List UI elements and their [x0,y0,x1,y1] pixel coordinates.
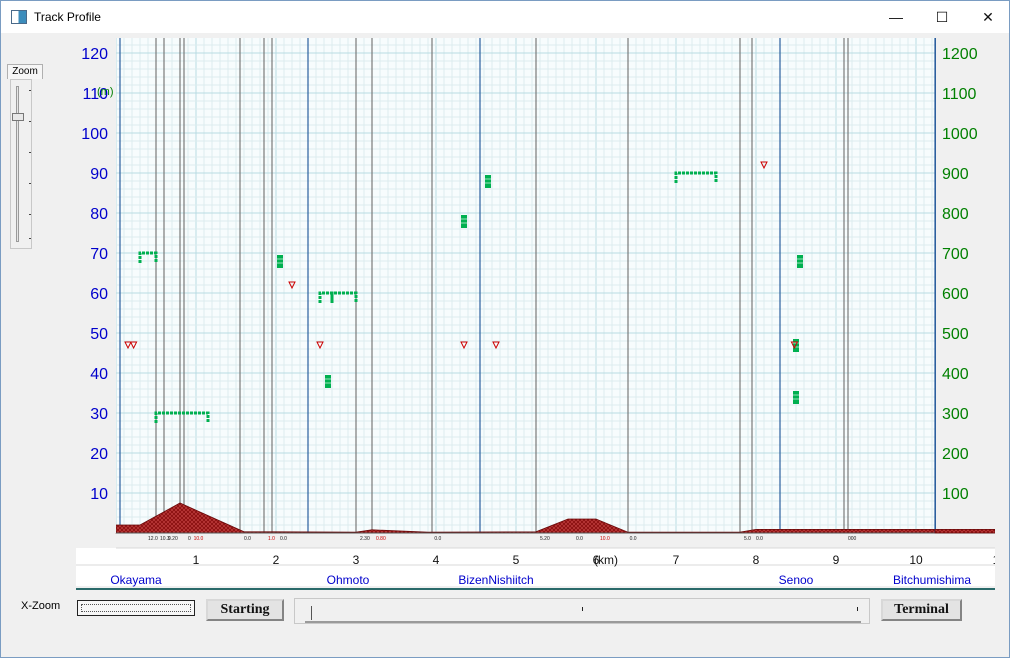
zoom-tick [29,238,31,239]
right-axis-tick-label: 1000 [942,126,978,143]
window-title: Track Profile [34,10,101,24]
starting-button[interactable]: Starting [206,599,284,621]
grade-label: 10.0 [600,536,610,542]
position-slider[interactable] [294,598,870,624]
zoom-tick [29,121,31,122]
grade-label: 5.0 [744,536,751,542]
left-axis-tick-label: 60 [90,286,108,303]
grade-label: 2.30 [360,536,370,542]
terminal-button[interactable]: Terminal [881,599,962,621]
maximize-button[interactable]: ☐ [919,1,965,33]
zoom-tick [29,90,31,91]
pier-block [797,255,803,268]
grade-label: 12.0 [148,536,158,542]
left-axis-tick-label: 50 [90,326,108,343]
grade-label: 000 [848,536,857,542]
pier-block [485,175,491,188]
position-slider-mark [857,607,858,611]
left-axis-tick-label: 30 [90,406,108,423]
left-axis-tick-label: 80 [90,206,108,223]
station-name: Senoo [779,573,814,587]
right-axis-tick-label: 800 [942,206,969,223]
right-axis-tick-label: 400 [942,366,969,383]
right-axis-tick-label: 1100 [942,86,977,103]
right-axis-tick-label: 200 [942,446,969,463]
track-profile-chart[interactable]: 12.0 10.30.20 0 10.0 0.0 1.0 0.0 2.30 0.80 0.0 5.2… [76,38,995,591]
station-name: BizenNishiitch [458,573,533,587]
grade-label: 0.0 [280,536,287,542]
left-axis-tick-label: 90 [90,166,108,183]
x-zoom-slider-track [81,604,191,612]
right-axis-tick-label: 700 [942,246,969,263]
x-axis-tick-label: 2 [273,553,280,567]
x-axis-tick-label: 5 [513,553,520,567]
left-axis-tick-label: 120 [81,46,108,63]
x-zoom-slider[interactable] [77,600,195,616]
grade-label: 0.20 [168,536,178,542]
grade-label: 0.0 [756,536,763,542]
app-icon [11,10,27,24]
minimize-button[interactable]: — [873,1,919,33]
left-axis-tick-label: 10 [90,486,108,503]
right-axis-tick-label: 900 [942,166,969,183]
right-axis-tick-label: 300 [942,406,969,423]
position-slider-track [305,621,861,623]
zoom-tick [29,152,31,153]
pier-block [793,391,799,404]
x-axis-unit: (km) [594,553,618,567]
zoom-slider-track [16,86,19,242]
left-axis-tick-label: 100 [81,126,108,143]
grade-label: 1.0 [268,536,275,542]
axis-strip [76,548,995,586]
elevation-profile-tail [934,528,995,534]
position-slider-thumb[interactable] [311,606,312,620]
x-axis-tick-label: 9 [833,553,840,567]
station-name: Ohmoto [327,573,370,587]
x-axis-tick-label: 10 [909,553,923,567]
grade-label: 5.20 [540,536,550,542]
pier-block [277,255,283,268]
grade-label: 0.0 [244,536,251,542]
left-axis-unit: (m) [97,86,114,98]
x-axis-tick-label: 8 [753,553,760,567]
zoom-slider[interactable] [10,79,32,249]
grade-label: 0.0 [630,536,637,542]
x-axis-tick-label: 1 [993,553,995,567]
title-bar[interactable]: Track Profile — ☐ ✕ [1,1,1009,33]
right-axis-tick-label: 600 [942,286,969,303]
x-zoom-label: X-Zoom [21,600,61,612]
x-axis-tick-label: 1 [193,553,200,567]
track-profile-window: Track Profile — ☐ ✕ Zoom 12.0 10.3 0.20 0 10… [0,0,1010,658]
zoom-tick [29,183,31,184]
position-slider-mark [582,607,583,611]
zoom-slider-thumb[interactable] [12,113,24,121]
station-name: Bitchumishima [893,573,971,587]
x-axis-tick-label: 3 [353,553,360,567]
right-axis-tick-label: 1200 [942,46,978,63]
left-axis-tick-label: 70 [90,246,108,263]
grade-label: 0 [188,536,191,542]
grade-label: 0.0 [576,536,583,542]
x-axis-tick-label: 7 [673,553,680,567]
station-name: Okayama [110,573,162,587]
grade-label: 0.0 [434,536,441,542]
pier-block [461,215,467,228]
zoom-tick [29,214,31,215]
close-button[interactable]: ✕ [965,1,1010,33]
left-axis-tick-label: 40 [90,366,108,383]
right-axis-tick-label: 100 [942,486,969,503]
pier-block [325,375,331,388]
grade-label: 10.0 [194,536,204,542]
grade-label: 0.80 [376,536,386,542]
x-axis-tick-label: 4 [433,553,440,567]
zoom-label: Zoom [7,64,43,79]
left-axis-tick-label: 20 [90,446,108,463]
right-axis-tick-label: 500 [942,326,969,343]
